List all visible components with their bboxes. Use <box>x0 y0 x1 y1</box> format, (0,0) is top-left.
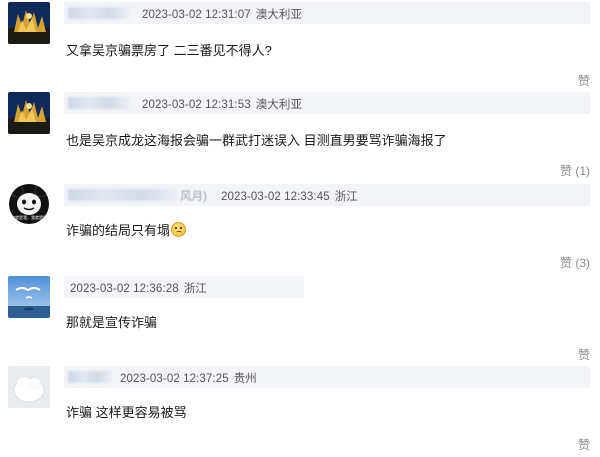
comment-timestamp: 2023-03-02 12:31:07 <box>142 9 251 21</box>
like-label: 赞 <box>577 74 590 88</box>
like-count: (1) <box>575 164 590 178</box>
like-label: 赞 <box>559 256 572 270</box>
like-label: 赞 <box>577 348 590 362</box>
avatar[interactable] <box>8 2 50 44</box>
avatar[interactable] <box>8 92 50 134</box>
comment-text: 那就是宣传诈骗 <box>66 315 158 330</box>
avatar-image <box>8 2 50 44</box>
like-label: 赞 <box>559 164 572 178</box>
comment-item: 2023-03-02 12:31:53 澳大利亚 也是吴京成龙这海报会骗一群武打迷… <box>0 92 600 182</box>
comment-header: 2023-03-02 12:37:25 贵州 <box>64 366 590 388</box>
like-button[interactable]: 赞 (3) <box>560 254 590 271</box>
comment-text: 诈骗 这样更容易被骂 <box>66 405 187 420</box>
username-blurred[interactable] <box>68 371 112 383</box>
like-button[interactable]: 赞 <box>578 346 590 363</box>
username-blurred[interactable] <box>68 7 130 19</box>
avatar[interactable]: 你就是我，我就是你 <box>9 184 49 224</box>
avatar-image <box>8 366 50 408</box>
comment-location: 贵州 <box>233 373 257 385</box>
avatar-image <box>8 92 50 134</box>
comment-meta: 2023-03-02 12:37:25 贵州 <box>120 370 257 386</box>
like-count: (3) <box>575 256 590 270</box>
comment-text: 又拿吴京骗票房了 二三番见不得人? <box>66 43 272 58</box>
avatar-image <box>8 276 50 318</box>
comment-item: 2023-03-02 12:31:07 澳大利亚 又拿吴京骗票房了 二三番见不得人… <box>0 2 600 92</box>
comment-meta: 2023-03-02 12:31:53 澳大利亚 <box>142 96 302 112</box>
comment-text-content: 诈骗的结局只有塌 <box>66 223 171 238</box>
comment-item: 你就是我，我就是你 风月) 2023-03-02 12:33:45 浙江 诈骗的结… <box>0 184 600 274</box>
avatar[interactable] <box>8 366 50 408</box>
like-label: 赞 <box>577 438 590 452</box>
comment-meta: 2023-03-02 12:33:45 浙江 <box>221 188 358 204</box>
comment-meta: 2023-03-02 12:31:07 澳大利亚 <box>142 6 302 22</box>
avatar[interactable] <box>8 276 50 318</box>
comment-location: 浙江 <box>334 191 358 203</box>
comment-item: 2023-03-02 12:37:25 贵州 诈骗 这样更容易被骂 赞 <box>0 366 600 456</box>
comment-timestamp: 2023-03-02 12:36:28 <box>70 283 179 295</box>
avatar-caption: 你就是我，我就是你 <box>11 215 47 220</box>
comment-header: 2023-03-02 12:31:53 澳大利亚 <box>64 92 590 114</box>
comment-timestamp: 2023-03-02 12:31:53 <box>142 99 251 111</box>
comment-text: 也是吴京成龙这海报会骗一群武打迷误入 目测直男要骂诈骗海报了 <box>66 133 447 148</box>
username-blurred[interactable] <box>68 189 178 201</box>
comment-item: 2023-03-02 12:36:28 浙江 那就是宣传诈骗 赞 <box>0 276 600 366</box>
username-blurred[interactable] <box>68 97 130 109</box>
comment-timestamp: 2023-03-02 12:37:25 <box>120 373 229 385</box>
username-fragment: 风月) <box>180 191 207 203</box>
comment-location: 澳大利亚 <box>255 9 303 21</box>
like-button[interactable]: 赞 <box>578 72 590 89</box>
comment-text: 诈骗的结局只有塌 <box>66 220 187 239</box>
comment-header: 风月) 2023-03-02 12:33:45 浙江 <box>64 184 590 206</box>
comment-timestamp: 2023-03-02 12:33:45 <box>221 191 330 203</box>
like-button[interactable]: 赞 <box>578 436 590 453</box>
like-button[interactable]: 赞 (1) <box>560 162 590 179</box>
comment-meta: 2023-03-02 12:36:28 浙江 <box>70 280 207 296</box>
comment-location: 浙江 <box>183 283 207 295</box>
sad-face-emoji <box>171 222 187 237</box>
comment-header: 2023-03-02 12:31:07 澳大利亚 <box>64 2 590 24</box>
comment-location: 澳大利亚 <box>255 99 303 111</box>
comment-header: 2023-03-02 12:36:28 浙江 <box>64 276 304 298</box>
